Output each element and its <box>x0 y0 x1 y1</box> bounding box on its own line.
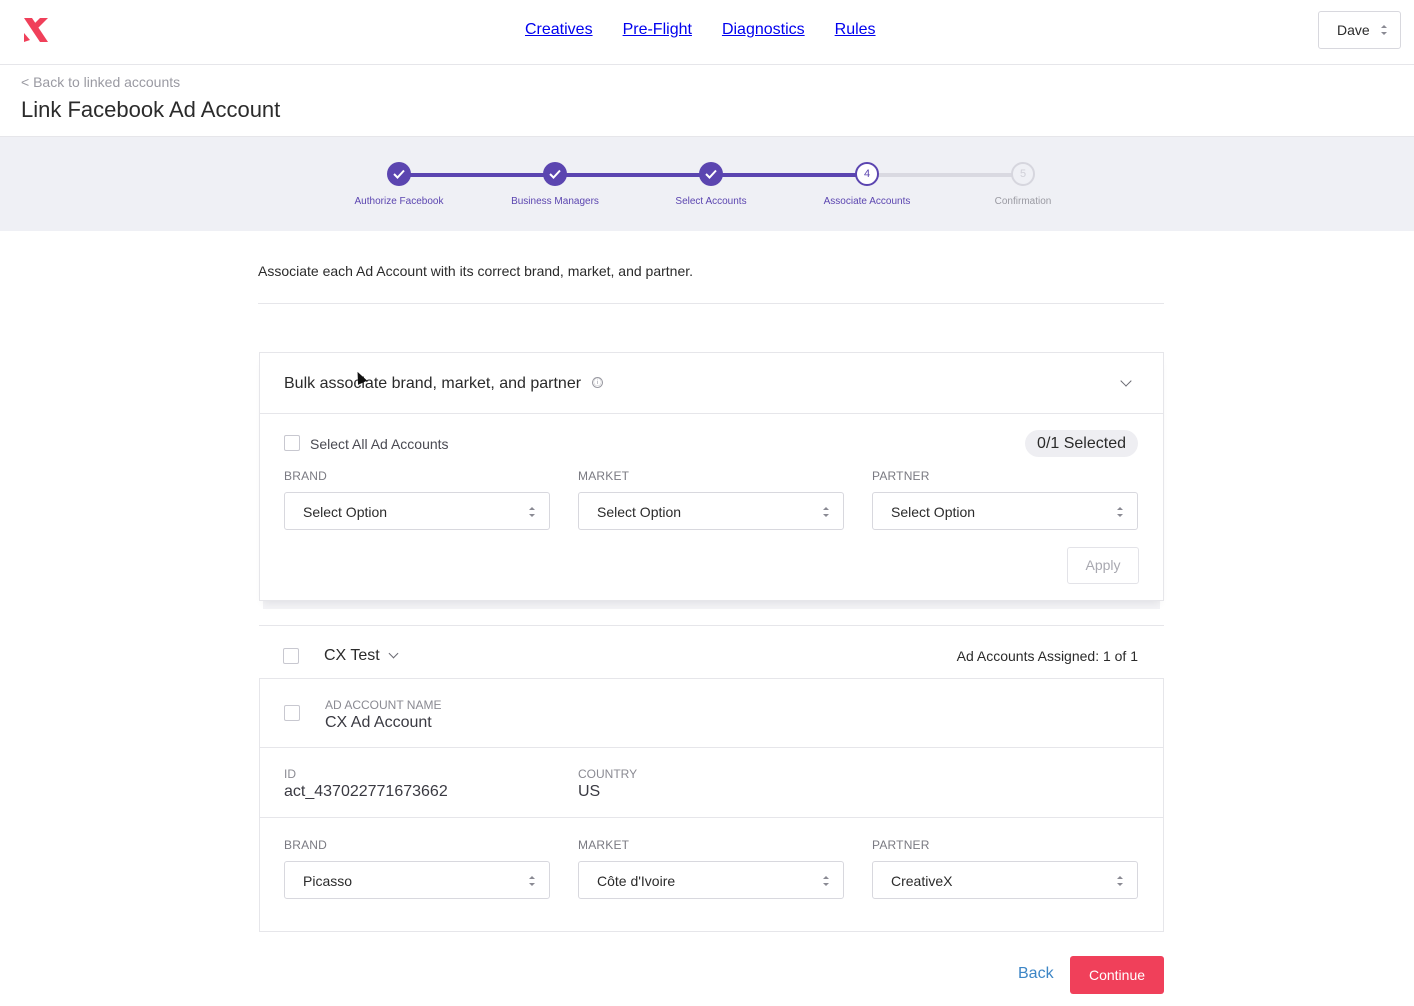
select-arrows-icon <box>1117 876 1123 886</box>
progress-stepper: Authorize Facebook Business Managers Sel… <box>0 136 1414 231</box>
market-label: MARKET <box>578 469 630 483</box>
check-icon <box>543 162 567 186</box>
account-partner-select[interactable]: CreativeX <box>872 861 1138 899</box>
step-number: 4 <box>855 162 879 186</box>
group-checkbox[interactable] <box>283 648 299 664</box>
select-arrows-icon <box>1381 25 1387 35</box>
ad-account-name-label: AD ACCOUNT NAME <box>325 698 442 712</box>
check-icon <box>699 162 723 186</box>
select-arrows-icon <box>823 876 829 886</box>
ad-account-id: act_437022771673662 <box>284 783 448 800</box>
chevron-down-icon[interactable] <box>388 648 399 659</box>
main-nav: Creatives Pre-Flight Diagnostics Rules <box>510 21 876 39</box>
divider <box>258 303 1164 304</box>
divider <box>259 625 1164 626</box>
step-associate-accounts: 4 Associate Accounts <box>797 162 937 207</box>
market-label: MARKET <box>578 838 630 852</box>
select-value: Select Option <box>597 504 682 520</box>
bulk-associate-title: Bulk associate brand, market, and partne… <box>284 375 582 392</box>
select-value: CreativeX <box>891 873 953 889</box>
bulk-associate-panel: Bulk associate brand, market, and partne… <box>259 352 1164 601</box>
nav-item-diagnostics[interactable]: Diagnostics <box>722 21 805 39</box>
select-all-label[interactable]: Select All Ad Accounts <box>310 436 449 452</box>
ad-account-details-row: ID act_437022771673662 COUNTRY US <box>260 748 1163 818</box>
chevron-down-icon[interactable] <box>1120 375 1132 387</box>
select-value: Côte d'Ivoire <box>597 873 676 889</box>
info-icon[interactable]: ⓘ <box>592 377 603 388</box>
nav-item-pre-flight[interactable]: Pre-Flight <box>623 21 692 39</box>
step-confirmation: 5 Confirmation <box>953 162 1093 207</box>
creativex-logo-icon[interactable] <box>22 16 50 44</box>
bulk-market-select[interactable]: Select Option <box>578 492 844 530</box>
step-label: Business Managers <box>511 196 599 207</box>
user-menu-select[interactable]: Dave <box>1318 11 1401 49</box>
brand-label: BRAND <box>284 838 328 852</box>
step-label: Select Accounts <box>675 196 747 207</box>
step-label: Confirmation <box>994 196 1052 207</box>
step-number: 5 <box>1011 162 1035 186</box>
group-name[interactable]: CX Test <box>324 647 380 665</box>
top-navigation-bar: Creatives Pre-Flight Diagnostics Rules D… <box>0 0 1414 65</box>
select-arrows-icon <box>529 507 535 517</box>
back-to-linked-accounts-link[interactable]: < Back to linked accounts <box>21 74 180 90</box>
account-brand-select[interactable]: Picasso <box>284 861 550 899</box>
country-label: COUNTRY <box>578 767 638 781</box>
back-button[interactable]: Back <box>1018 965 1054 983</box>
select-all-checkbox[interactable] <box>284 435 300 451</box>
select-value: Picasso <box>303 873 353 889</box>
bulk-partner-select[interactable]: Select Option <box>872 492 1138 530</box>
nav-item-rules[interactable]: Rules <box>835 21 876 39</box>
partner-label: PARTNER <box>872 838 930 852</box>
ad-account-association-row: BRAND Picasso MARKET Côte d'Ivoire PARTN… <box>260 818 1163 931</box>
select-arrows-icon <box>823 507 829 517</box>
account-market-select[interactable]: Côte d'Ivoire <box>578 861 844 899</box>
card-stack-shadow <box>263 601 1160 609</box>
step-label: Associate Accounts <box>823 196 911 207</box>
page-title: Link Facebook Ad Account <box>21 97 281 122</box>
select-value: Select Option <box>303 504 388 520</box>
bulk-associate-header[interactable]: Bulk associate brand, market, and partne… <box>260 353 1163 414</box>
instructions-text: Associate each Ad Account with its corre… <box>258 263 694 279</box>
step-label: Authorize Facebook <box>354 196 444 207</box>
assigned-count: Ad Accounts Assigned: 1 of 1 <box>956 648 1138 664</box>
step-business-managers: Business Managers <box>485 162 625 207</box>
ad-account-country: US <box>578 783 601 800</box>
continue-button[interactable]: Continue <box>1070 956 1164 994</box>
brand-label: BRAND <box>284 469 328 483</box>
apply-button[interactable]: Apply <box>1067 547 1139 584</box>
select-arrows-icon <box>1117 507 1123 517</box>
ad-account-name: CX Ad Account <box>325 714 432 731</box>
id-label: ID <box>284 767 296 781</box>
step-select-accounts: Select Accounts <box>641 162 781 207</box>
ad-account-checkbox[interactable] <box>284 705 300 721</box>
selected-count-badge: 0/1 Selected <box>1025 430 1138 457</box>
select-value: Select Option <box>891 504 976 520</box>
ad-account-header-row: AD ACCOUNT NAME CX Ad Account <box>260 679 1163 748</box>
check-icon <box>387 162 411 186</box>
select-arrows-icon <box>529 876 535 886</box>
bulk-brand-select[interactable]: Select Option <box>284 492 550 530</box>
step-authorize-facebook: Authorize Facebook <box>329 162 469 207</box>
user-name: Dave <box>1337 22 1370 38</box>
partner-label: PARTNER <box>872 469 930 483</box>
nav-item-creatives[interactable]: Creatives <box>525 21 593 39</box>
ad-account-card: AD ACCOUNT NAME CX Ad Account ID act_437… <box>259 678 1164 932</box>
